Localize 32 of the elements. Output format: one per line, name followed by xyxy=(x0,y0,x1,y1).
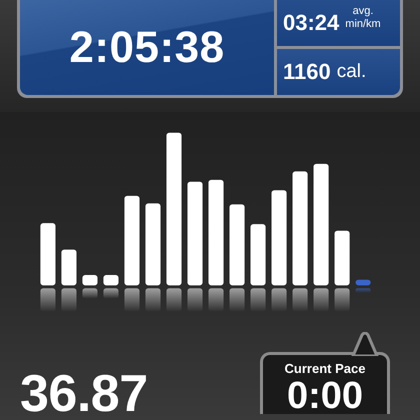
bar-reflection xyxy=(292,288,308,312)
bar-reflection xyxy=(166,288,182,312)
bar-reflection xyxy=(145,288,161,312)
calories-unit: cal. xyxy=(336,61,366,83)
bar-reflection xyxy=(230,288,245,312)
current-bar xyxy=(356,280,371,286)
chart-bar xyxy=(61,250,76,286)
distance-value: 36.87 xyxy=(20,368,148,420)
pace-unit-label: min/km xyxy=(345,18,381,31)
bar-reflection xyxy=(250,288,266,312)
chart-bar xyxy=(250,224,266,286)
pace-unit-label: avg. xyxy=(352,5,374,18)
chart-bar xyxy=(40,223,56,286)
bar-reflection xyxy=(124,288,140,312)
chart-bar xyxy=(103,275,118,286)
chart-bar xyxy=(82,275,98,286)
bar-reflection xyxy=(356,288,371,293)
current-pace-label: Current Pace xyxy=(284,361,366,376)
bar-reflection xyxy=(272,288,287,312)
bar-reflection xyxy=(82,288,98,299)
bar-reflection xyxy=(208,288,224,312)
current-pace-value: 0:00 xyxy=(286,376,364,418)
bar-reflection xyxy=(103,288,118,299)
calories-value: 1160 xyxy=(283,59,331,85)
bar-reflection xyxy=(40,288,56,312)
bar-reflection xyxy=(61,288,76,312)
bar-reflection xyxy=(314,288,329,312)
bar-reflection xyxy=(187,288,203,312)
chart-bar xyxy=(334,230,350,286)
bar-reflection xyxy=(334,288,350,312)
duration-value: 2:05:38 xyxy=(69,22,225,72)
pace-value: 03:24 xyxy=(283,10,340,36)
